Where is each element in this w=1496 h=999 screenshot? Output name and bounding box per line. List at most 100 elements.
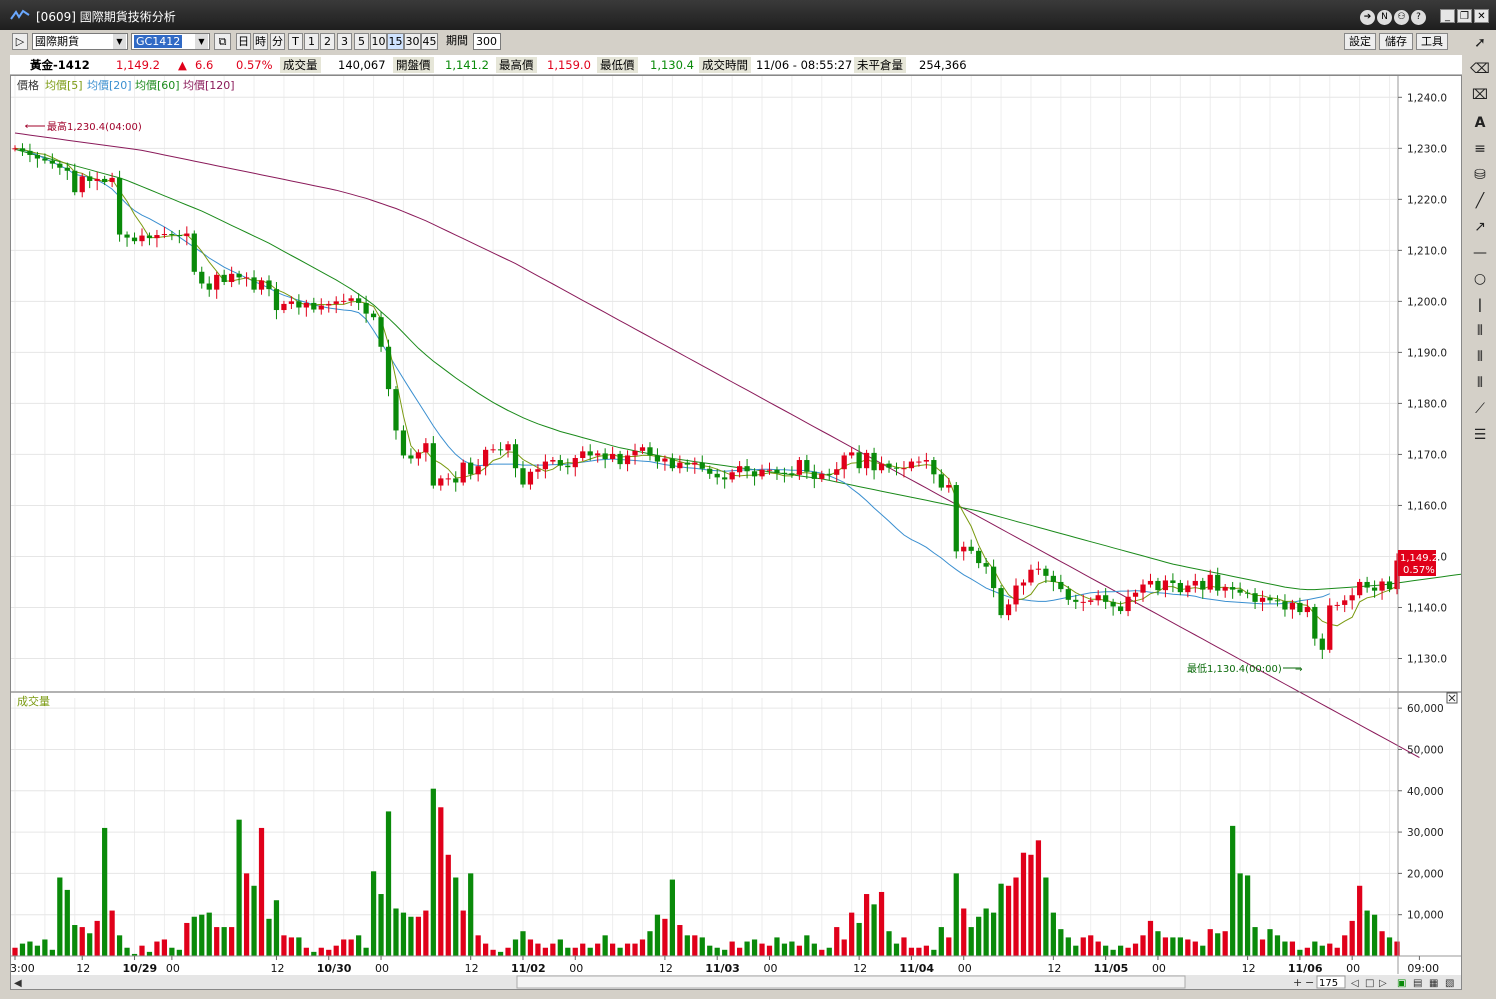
pointer-icon[interactable]: ➚ [1468, 33, 1492, 53]
settings-button[interactable]: 設定 [1344, 33, 1376, 50]
volume-bar [602, 935, 608, 956]
last-price-tag-pct: 0.57% [1403, 565, 1435, 576]
candle-body [1058, 581, 1064, 590]
candle-body [87, 176, 93, 181]
period-button-2[interactable]: 2 [320, 33, 335, 50]
zoom-out-icon[interactable]: − [1305, 976, 1314, 989]
candle-body [49, 160, 55, 164]
fan-tool-icon[interactable]: ⟋ [1468, 399, 1492, 419]
volume-bar [326, 949, 332, 956]
volume-bar [834, 927, 840, 956]
volume-bar [610, 943, 616, 956]
minimize-button[interactable]: _ [1440, 9, 1455, 23]
play-button[interactable]: ▷ [12, 33, 28, 50]
symbol-select[interactable]: GC1412 ▼ [131, 33, 210, 50]
candle-body [1304, 606, 1310, 613]
zoom-in-icon[interactable]: + [1293, 976, 1302, 989]
fib-tool-icon[interactable]: ⦀ [1468, 347, 1492, 367]
scroll-prev-icon[interactable]: ◁ [1351, 978, 1359, 989]
period-button-5[interactable]: 5 [354, 33, 369, 50]
candle-body [946, 485, 952, 488]
eraser-icon[interactable]: ⌫ [1468, 59, 1492, 79]
candle-body [27, 150, 33, 155]
x-tick-label: 12 [270, 962, 284, 975]
chevron-down-icon[interactable]: ▼ [113, 34, 126, 49]
news-icon[interactable]: N [1377, 10, 1392, 25]
period-button-時[interactable]: 時 [253, 33, 268, 50]
period-button-日[interactable]: 日 [236, 33, 251, 50]
volume-bar [789, 941, 795, 956]
candle-body [707, 468, 713, 474]
volume-bar [19, 943, 26, 956]
vline-tool-icon[interactable]: ǀ [1468, 295, 1492, 315]
save-icon[interactable]: ▤ [1413, 978, 1422, 989]
last-price-tag-value: 1,149.2 [1400, 553, 1438, 564]
levels-tool-icon[interactable]: ☰ [1468, 425, 1492, 445]
high-annotation: 最高1,230.4(04:00) [47, 120, 142, 133]
candle-body [266, 280, 272, 290]
close-button[interactable]: ✕ [1474, 9, 1489, 23]
horizontal-scrollbar[interactable]: ◀ + − 175 ◁ □ ▷ ▣ ▤ ▦ ▧ [11, 975, 1461, 989]
tools-button[interactable]: 工具 [1416, 33, 1448, 50]
scroll-stop-icon[interactable]: □ [1365, 978, 1374, 989]
high-label: 最高價 [496, 57, 537, 73]
circle-tool-icon[interactable]: ○ [1468, 269, 1492, 289]
hlines-icon[interactable]: ≡ [1468, 139, 1492, 159]
candle-body [976, 550, 982, 564]
x-tick-label: 12 [853, 962, 867, 975]
image-icon[interactable]: ▧ [1445, 978, 1454, 989]
volume-bar [1185, 939, 1191, 956]
copy-icon[interactable]: ⧉ [214, 33, 231, 50]
candle-body [587, 451, 593, 456]
chart-svg[interactable]: 1,130.01,140.01,150.01,160.01,170.01,180… [3, 76, 1472, 989]
period-button-T[interactable]: T [288, 33, 303, 50]
candle-body [983, 563, 989, 567]
candle-body [475, 466, 481, 475]
scroll-thumb[interactable] [516, 975, 1186, 989]
volume-bar [468, 873, 474, 956]
volume-bar [1386, 937, 1393, 956]
forward-icon[interactable]: ➔ [1360, 10, 1375, 25]
market-select[interactable]: 國際期貨 ▼ [32, 33, 128, 50]
paint-icon[interactable]: ⛁ [1468, 165, 1492, 185]
period-button-10[interactable]: 10 [370, 33, 387, 50]
text-tool-icon[interactable]: A [1468, 113, 1492, 133]
period-button-15[interactable]: 15 [387, 33, 404, 50]
candle-body [1013, 585, 1019, 605]
restore-button[interactable]: ❐ [1457, 9, 1472, 23]
volume-bar [176, 949, 182, 956]
candle-tool-icon[interactable]: ⫴ [1468, 321, 1492, 341]
period-button-30[interactable]: 30 [404, 33, 421, 50]
chart-area[interactable]: 1,130.01,140.01,150.01,160.01,170.01,180… [3, 75, 1472, 990]
period-button-45[interactable]: 45 [421, 33, 438, 50]
arrow-line-icon[interactable]: ↗ [1468, 217, 1492, 237]
volume-bar [983, 908, 989, 956]
period-input[interactable]: 300 [473, 33, 501, 50]
volume-bar [684, 935, 690, 956]
period-button-分[interactable]: 分 [270, 33, 285, 50]
help-icon[interactable]: ? [1411, 10, 1426, 25]
bars-tool-icon[interactable]: ⦀ [1468, 373, 1492, 393]
save-button[interactable]: 儲存 [1379, 33, 1413, 50]
volume-bar [841, 939, 847, 956]
volume-bar [146, 951, 153, 956]
period-button-3[interactable]: 3 [337, 33, 352, 50]
scroll-left-icon[interactable]: ◀ [14, 978, 22, 989]
line-tool-icon[interactable]: ╱ [1468, 191, 1492, 211]
link-icon[interactable]: ⚇ [1394, 10, 1409, 25]
volume-bar [1088, 935, 1094, 956]
scroll-next-icon[interactable]: ▷ [1379, 978, 1387, 989]
candle-body [901, 468, 907, 470]
candle-body [811, 471, 817, 479]
candle-body [1170, 580, 1176, 583]
export-icon[interactable]: ▣ [1397, 978, 1406, 989]
eraser-all-icon[interactable]: ⌧ [1468, 85, 1492, 105]
period-button-1[interactable]: 1 [304, 33, 319, 50]
volume-bar [318, 947, 324, 956]
candle-body [468, 462, 474, 475]
table-icon[interactable]: ▦ [1429, 978, 1438, 989]
chevron-down-icon[interactable]: ▼ [195, 34, 208, 49]
hline-tool-icon[interactable]: — [1468, 243, 1492, 263]
zoom-value[interactable]: 175 [1319, 978, 1338, 989]
x-tick-label: 12 [76, 962, 90, 975]
